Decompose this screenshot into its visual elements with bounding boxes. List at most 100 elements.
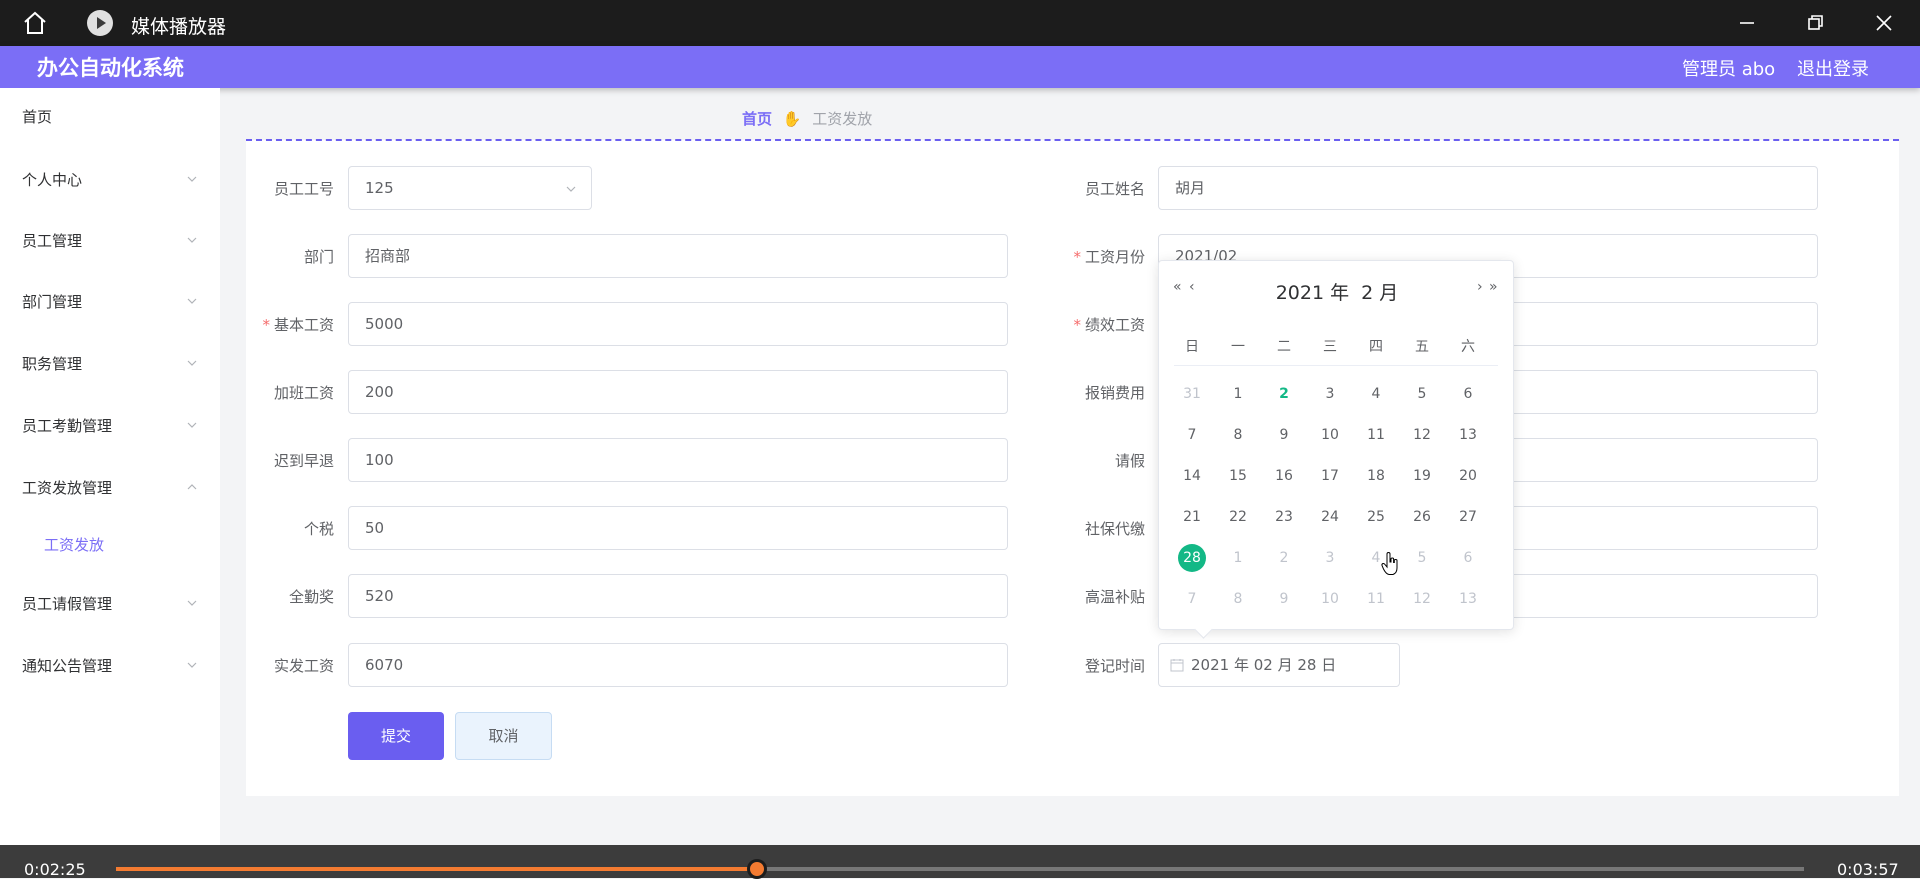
calendar-day[interactable]: 4	[1353, 379, 1399, 409]
calendar-day[interactable]: 28	[1169, 543, 1215, 573]
tax-input[interactable]: 50	[348, 506, 1008, 550]
weekday-header: 一	[1231, 339, 1245, 355]
calendar-day[interactable]: 15	[1215, 461, 1261, 491]
calendar-day[interactable]: 3	[1307, 379, 1353, 409]
calendar-day[interactable]: 21	[1169, 502, 1215, 532]
calendar-day[interactable]: 23	[1261, 502, 1307, 532]
calendar-day[interactable]: 2	[1261, 543, 1307, 573]
emp-name-input[interactable]: 胡月	[1158, 166, 1818, 210]
logout-link[interactable]: 退出登录	[1797, 55, 1869, 81]
weekday-header: 二	[1277, 339, 1291, 355]
calendar-day[interactable]: 8	[1215, 584, 1261, 614]
dept-input[interactable]: 招商部	[348, 234, 1008, 278]
calendar-day[interactable]: 13	[1445, 584, 1491, 614]
sidebar-item-salary-management[interactable]: 工资发放管理	[0, 468, 220, 508]
brand-title: 办公自动化系统	[37, 56, 184, 80]
calendar-day[interactable]: 31	[1169, 379, 1215, 409]
calendar-month[interactable]: 2 月	[1361, 282, 1398, 304]
overtime-label: 加班工资	[273, 384, 334, 402]
calendar-day[interactable]: 25	[1353, 502, 1399, 532]
player-controls: 0:02:25 0:03:57	[0, 845, 1920, 879]
calendar-day[interactable]: 20	[1445, 461, 1491, 491]
calendar-day[interactable]: 6	[1445, 379, 1491, 409]
calendar-day[interactable]: 7	[1169, 420, 1215, 450]
weekday-header: 三	[1323, 339, 1337, 355]
late-input[interactable]: 100	[348, 438, 1008, 482]
next-year-button[interactable]: »	[1489, 279, 1498, 295]
user-name: 管理员 abo	[1682, 59, 1776, 80]
calendar-day[interactable]: 18	[1353, 461, 1399, 491]
social-security-label: 社保代缴	[1084, 520, 1145, 538]
chevron-down-icon	[187, 662, 197, 668]
calendar-day[interactable]: 6	[1445, 543, 1491, 573]
calendar-day[interactable]: 10	[1307, 420, 1353, 450]
calendar-day[interactable]: 8	[1215, 420, 1261, 450]
tax-label: 个税	[303, 520, 334, 538]
sidebar-item-home[interactable]: 首页	[0, 97, 220, 137]
emp-id-select[interactable]: 125	[348, 166, 592, 210]
base-salary-label: 基本工资	[224, 314, 334, 335]
calendar-day[interactable]: 12	[1399, 420, 1445, 450]
sidebar-item-profile[interactable]: 个人中心	[0, 160, 220, 200]
weekday-header: 四	[1369, 339, 1383, 355]
close-icon[interactable]	[1871, 10, 1897, 36]
register-date-input[interactable]: 2021 年 02 月 28 日	[1158, 643, 1400, 687]
calendar-day[interactable]: 13	[1445, 420, 1491, 450]
date-picker-panel: « ‹ 2021 年 2 月 › » 日一二三四五六 31 1 2 3 4 5 6 7 8 9 10…	[1158, 260, 1514, 630]
minimize-icon[interactable]	[1734, 10, 1760, 36]
calendar-day[interactable]: 26	[1399, 502, 1445, 532]
window-title: 媒体播放器	[131, 16, 227, 38]
calendar-header: 2021 年 2 月	[1159, 278, 1515, 305]
actual-salary-input[interactable]: 6070	[348, 643, 1008, 687]
attendance-bonus-input[interactable]: 520	[348, 574, 1008, 618]
progress-track[interactable]	[116, 867, 1804, 871]
calendar-day[interactable]: 11	[1353, 420, 1399, 450]
total-time: 0:03:57	[1837, 860, 1899, 879]
calendar-day[interactable]: 10	[1307, 584, 1353, 614]
calendar-day[interactable]: 5	[1399, 543, 1445, 573]
calendar-day[interactable]: 9	[1261, 420, 1307, 450]
base-salary-input[interactable]: 5000	[348, 302, 1008, 346]
next-month-button[interactable]: ›	[1477, 279, 1483, 295]
calendar-day[interactable]: 9	[1261, 584, 1307, 614]
calendar-day[interactable]: 22	[1215, 502, 1261, 532]
actual-salary-label: 实发工资	[273, 657, 334, 675]
calendar-day[interactable]: 27	[1445, 502, 1491, 532]
late-label: 迟到早退	[273, 452, 334, 470]
calendar-year[interactable]: 2021 年	[1276, 282, 1349, 304]
calendar-day[interactable]: 24	[1307, 502, 1353, 532]
home-icon[interactable]	[22, 11, 48, 35]
dept-label: 部门	[303, 248, 334, 266]
sidebar-item-employees[interactable]: 员工管理	[0, 221, 220, 261]
cancel-button[interactable]: 取消	[455, 712, 552, 760]
calendar-day[interactable]: 14	[1169, 461, 1215, 491]
emp-id-label: 员工工号	[273, 180, 334, 198]
breadcrumb-home[interactable]: 首页	[742, 110, 772, 128]
calendar-day[interactable]: 11	[1353, 584, 1399, 614]
calendar-day[interactable]: 12	[1399, 584, 1445, 614]
calendar-day[interactable]: 19	[1399, 461, 1445, 491]
calendar-day[interactable]: 5	[1399, 379, 1445, 409]
sidebar-item-leave[interactable]: 员工请假管理	[0, 584, 220, 624]
calendar-day[interactable]: 17	[1307, 461, 1353, 491]
calendar-divider	[1174, 365, 1498, 366]
calendar-day[interactable]: 7	[1169, 584, 1215, 614]
overtime-input[interactable]: 200	[348, 370, 1008, 414]
leave-label: 请假	[1114, 452, 1145, 470]
sidebar-item-attendance[interactable]: 员工考勤管理	[0, 406, 220, 446]
sidebar-item-salary-payment[interactable]: 工资发放	[0, 525, 220, 565]
sidebar-item-notices[interactable]: 通知公告管理	[0, 646, 220, 686]
calendar-day[interactable]: 1	[1215, 379, 1261, 409]
elapsed-time: 0:02:25	[24, 860, 86, 879]
calendar-day[interactable]: 2	[1261, 379, 1307, 409]
calendar-day[interactable]: 1	[1215, 543, 1261, 573]
weekday-header: 六	[1461, 339, 1475, 355]
progress-handle[interactable]	[747, 859, 768, 879]
calendar-day[interactable]: 3	[1307, 543, 1353, 573]
calendar-day[interactable]: 16	[1261, 461, 1307, 491]
restore-icon[interactable]	[1802, 10, 1828, 36]
sidebar-item-positions[interactable]: 职务管理	[0, 344, 220, 384]
submit-button[interactable]: 提交	[348, 712, 444, 760]
sidebar-item-departments[interactable]: 部门管理	[0, 282, 220, 322]
weekday-header: 日	[1185, 339, 1199, 355]
